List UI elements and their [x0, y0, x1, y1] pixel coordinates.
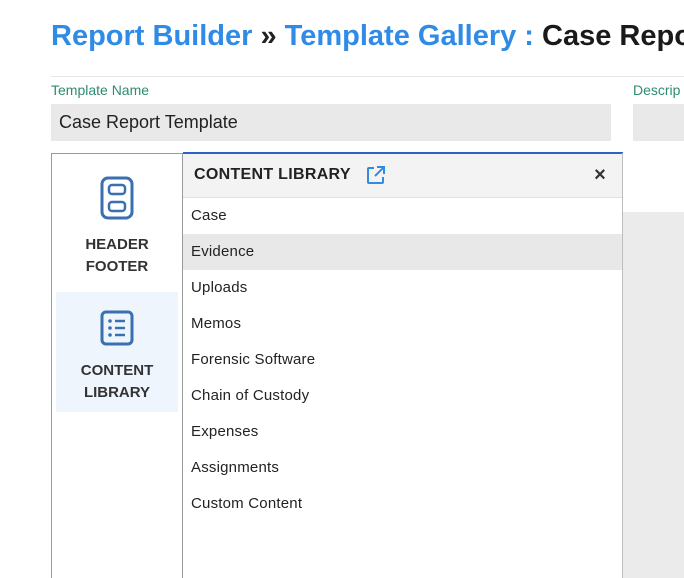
list-item[interactable]: Uploads	[183, 270, 622, 306]
builder-sidebar: HEADER FOOTER CONTENT LIBRARY	[52, 154, 182, 578]
panel-title: CONTENT LIBRARY	[194, 166, 351, 183]
breadcrumb-report-builder[interactable]: Report Builder	[51, 20, 252, 52]
sidebar-item-label: HEADER FOOTER	[85, 234, 148, 278]
breadcrumb-template-gallery[interactable]: Template Gallery	[285, 20, 517, 52]
sidebar-label-line1: CONTENT	[80, 362, 154, 379]
content-library-panel: CONTENT LIBRARY × Case Evidence Uploads …	[183, 152, 623, 578]
header-footer-icon	[100, 176, 134, 220]
close-icon[interactable]: ×	[590, 165, 610, 185]
breadcrumb-separator: »	[260, 20, 277, 52]
list-item[interactable]: Case	[183, 198, 622, 234]
description-label: Descrip	[633, 82, 681, 98]
list-item[interactable]: Memos	[183, 306, 622, 342]
list-item[interactable]: Chain of Custody	[183, 378, 622, 414]
breadcrumb-current: Case Report	[542, 20, 684, 52]
description-input[interactable]	[633, 104, 684, 141]
list-item[interactable]: Forensic Software	[183, 342, 622, 378]
sidebar-label-line1: HEADER	[85, 236, 149, 253]
breadcrumb-colon: :	[524, 20, 534, 52]
sidebar-label-line2: LIBRARY	[83, 384, 151, 401]
list-item[interactable]: Expenses	[183, 414, 622, 450]
header-divider	[51, 76, 684, 77]
template-canvas[interactable]	[623, 212, 684, 578]
page-title: Report Builder » Template Gallery : Case…	[51, 18, 684, 54]
external-link-icon[interactable]	[365, 164, 387, 186]
list-item[interactable]: Assignments	[183, 450, 622, 486]
content-library-list: Case Evidence Uploads Memos Forensic Sof…	[183, 198, 622, 522]
template-name-input[interactable]	[51, 104, 611, 141]
sidebar-item-header-footer[interactable]: HEADER FOOTER	[52, 154, 182, 289]
list-icon	[100, 310, 134, 346]
template-name-label: Template Name	[51, 82, 150, 98]
list-item[interactable]: Evidence	[183, 234, 622, 270]
sidebar-item-label: CONTENT LIBRARY	[81, 360, 154, 404]
sidebar-label-line2: FOOTER	[85, 258, 149, 275]
list-item[interactable]: Custom Content	[183, 486, 622, 522]
sidebar-item-content-library[interactable]: CONTENT LIBRARY	[56, 292, 178, 412]
panel-header: CONTENT LIBRARY ×	[183, 154, 622, 198]
